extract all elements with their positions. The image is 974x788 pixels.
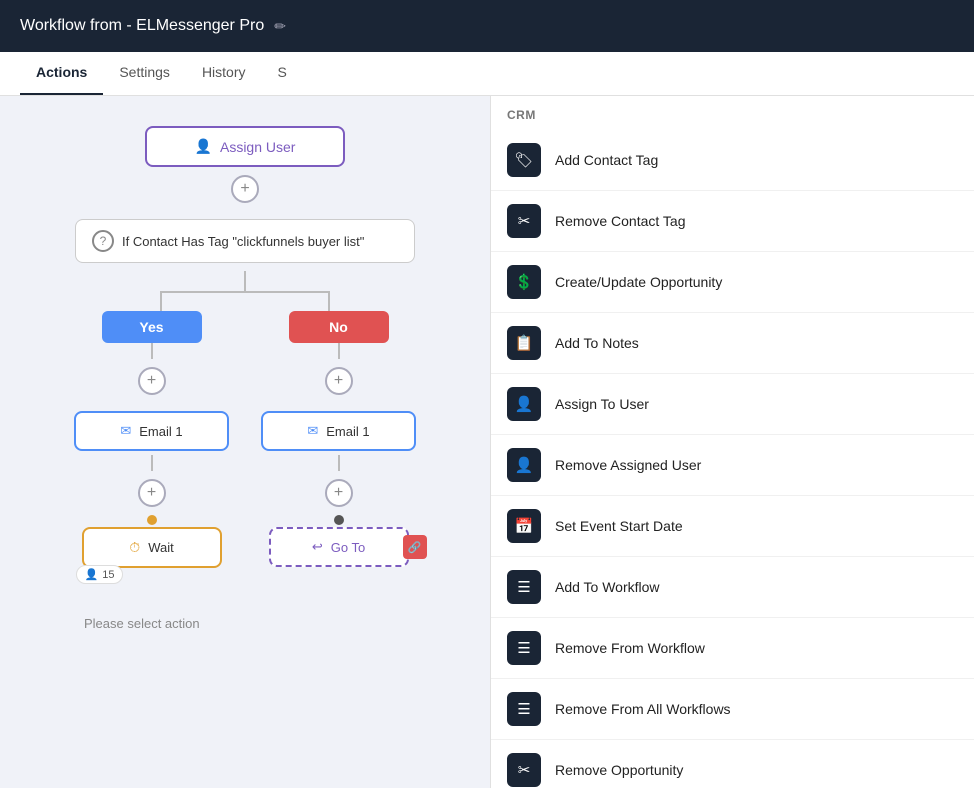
user-icon-small: 👤 bbox=[85, 568, 99, 581]
action-icon-add-to-notes: 📋 bbox=[507, 326, 541, 360]
action-panel: CRM 🏷 Add Contact Tag ✂ Remove Contact T… bbox=[490, 96, 974, 788]
assign-user-node[interactable]: 👤 Assign User bbox=[145, 126, 345, 167]
assign-user-label: Assign User bbox=[220, 139, 295, 155]
branches: Yes + ✉ Email 1 + ⏱ Wait bbox=[74, 311, 416, 631]
user-count: 15 bbox=[102, 569, 114, 581]
tab-settings[interactable]: Settings bbox=[103, 52, 186, 95]
tab-actions[interactable]: Actions bbox=[20, 52, 103, 95]
action-icon-set-event-start-date: 📅 bbox=[507, 509, 541, 543]
condition-icon: ? bbox=[92, 230, 114, 252]
condition-label: If Contact Has Tag "clickfunnels buyer l… bbox=[122, 234, 364, 249]
plus-button-no[interactable]: + bbox=[325, 367, 353, 395]
edit-icon[interactable]: ✏ bbox=[274, 18, 286, 35]
action-label-remove-contact-tag: Remove Contact Tag bbox=[555, 213, 685, 229]
action-item-add-to-workflow[interactable]: ☰ Add To Workflow bbox=[491, 557, 974, 618]
user-badge: 👤 15 bbox=[76, 565, 124, 584]
action-item-assign-to-user[interactable]: 👤 Assign To User bbox=[491, 374, 974, 435]
action-item-remove-from-all-workflows[interactable]: ☰ Remove From All Workflows bbox=[491, 679, 974, 740]
tabs-bar: Actions Settings History S bbox=[0, 52, 974, 96]
goto-node[interactable]: ↩ Go To 🔗 bbox=[269, 527, 409, 567]
goto-icon: ↩ bbox=[312, 539, 323, 555]
no-button[interactable]: No bbox=[289, 311, 389, 343]
plus-button-yes[interactable]: + bbox=[138, 367, 166, 395]
action-item-remove-assigned-user[interactable]: 👤 Remove Assigned User bbox=[491, 435, 974, 496]
action-item-create-update-opportunity[interactable]: 💲 Create/Update Opportunity bbox=[491, 252, 974, 313]
plus-button-1[interactable]: + bbox=[231, 175, 259, 203]
main-content: 👤 Assign User + ? If Contact Has Tag "cl… bbox=[0, 96, 974, 788]
action-icon-create-update-opportunity: 💲 bbox=[507, 265, 541, 299]
email-icon-no: ✉ bbox=[307, 423, 318, 439]
header: Workflow from - ELMessenger Pro ✏ bbox=[0, 0, 974, 52]
wait-icon: ⏱ bbox=[129, 539, 140, 556]
plus-button-no-2[interactable]: + bbox=[325, 479, 353, 507]
workflow-container: 👤 Assign User + ? If Contact Has Tag "cl… bbox=[20, 116, 470, 788]
action-label-add-contact-tag: Add Contact Tag bbox=[555, 152, 658, 168]
tab-history[interactable]: History bbox=[186, 52, 262, 95]
action-icon-assign-to-user: 👤 bbox=[507, 387, 541, 421]
branch-yes: Yes + ✉ Email 1 + ⏱ Wait bbox=[74, 311, 229, 631]
link-icon: 🔗 bbox=[403, 535, 427, 559]
section-crm-header: CRM bbox=[491, 96, 974, 130]
assign-user-icon: 👤 bbox=[195, 138, 212, 155]
action-label-remove-opportunity: Remove Opportunity bbox=[555, 762, 683, 778]
condition-node[interactable]: ? If Contact Has Tag "clickfunnels buyer… bbox=[75, 219, 415, 263]
action-list: 🏷 Add Contact Tag ✂ Remove Contact Tag 💲… bbox=[491, 130, 974, 788]
dot-node-goto bbox=[334, 515, 344, 525]
action-label-remove-from-all-workflows: Remove From All Workflows bbox=[555, 701, 731, 717]
yes-button[interactable]: Yes bbox=[102, 311, 202, 343]
action-label-create-update-opportunity: Create/Update Opportunity bbox=[555, 274, 722, 290]
action-icon-add-to-workflow: ☰ bbox=[507, 570, 541, 604]
action-item-set-event-start-date[interactable]: 📅 Set Event Start Date bbox=[491, 496, 974, 557]
action-label-remove-from-workflow: Remove From Workflow bbox=[555, 640, 705, 656]
action-item-add-to-notes[interactable]: 📋 Add To Notes bbox=[491, 313, 974, 374]
action-item-add-contact-tag[interactable]: 🏷 Add Contact Tag bbox=[491, 130, 974, 191]
goto-label: Go To bbox=[331, 540, 365, 555]
action-icon-remove-contact-tag: ✂ bbox=[507, 204, 541, 238]
action-item-remove-opportunity[interactable]: ✂ Remove Opportunity bbox=[491, 740, 974, 788]
action-icon-remove-assigned-user: 👤 bbox=[507, 448, 541, 482]
header-title: Workflow from - ELMessenger Pro bbox=[20, 17, 264, 35]
action-icon-remove-from-all-workflows: ☰ bbox=[507, 692, 541, 726]
action-icon-remove-from-workflow: ☰ bbox=[507, 631, 541, 665]
action-icon-add-contact-tag: 🏷 bbox=[507, 143, 541, 177]
action-label-add-to-notes: Add To Notes bbox=[555, 335, 639, 351]
wait-node[interactable]: ⏱ Wait 👤 15 bbox=[82, 527, 222, 568]
email-node-yes[interactable]: ✉ Email 1 bbox=[74, 411, 229, 451]
dot-node-wait bbox=[147, 515, 157, 525]
email-label-yes: Email 1 bbox=[139, 424, 182, 439]
wait-label: Wait bbox=[148, 540, 174, 555]
action-label-set-event-start-date: Set Event Start Date bbox=[555, 518, 683, 534]
tab-s[interactable]: S bbox=[262, 52, 303, 95]
action-label-remove-assigned-user: Remove Assigned User bbox=[555, 457, 701, 473]
branch-no: No + ✉ Email 1 + ↩ Go To 🔗 bbox=[261, 311, 416, 567]
email-node-no[interactable]: ✉ Email 1 bbox=[261, 411, 416, 451]
please-select-text: Please select action bbox=[84, 616, 200, 631]
email-label-no: Email 1 bbox=[326, 424, 369, 439]
email-icon-yes: ✉ bbox=[120, 423, 131, 439]
action-label-add-to-workflow: Add To Workflow bbox=[555, 579, 660, 595]
plus-button-yes-2[interactable]: + bbox=[138, 479, 166, 507]
workflow-canvas: 👤 Assign User + ? If Contact Has Tag "cl… bbox=[0, 96, 490, 788]
action-label-assign-to-user: Assign To User bbox=[555, 396, 649, 412]
action-item-remove-from-workflow[interactable]: ☰ Remove From Workflow bbox=[491, 618, 974, 679]
action-icon-remove-opportunity: ✂ bbox=[507, 753, 541, 787]
action-item-remove-contact-tag[interactable]: ✂ Remove Contact Tag bbox=[491, 191, 974, 252]
